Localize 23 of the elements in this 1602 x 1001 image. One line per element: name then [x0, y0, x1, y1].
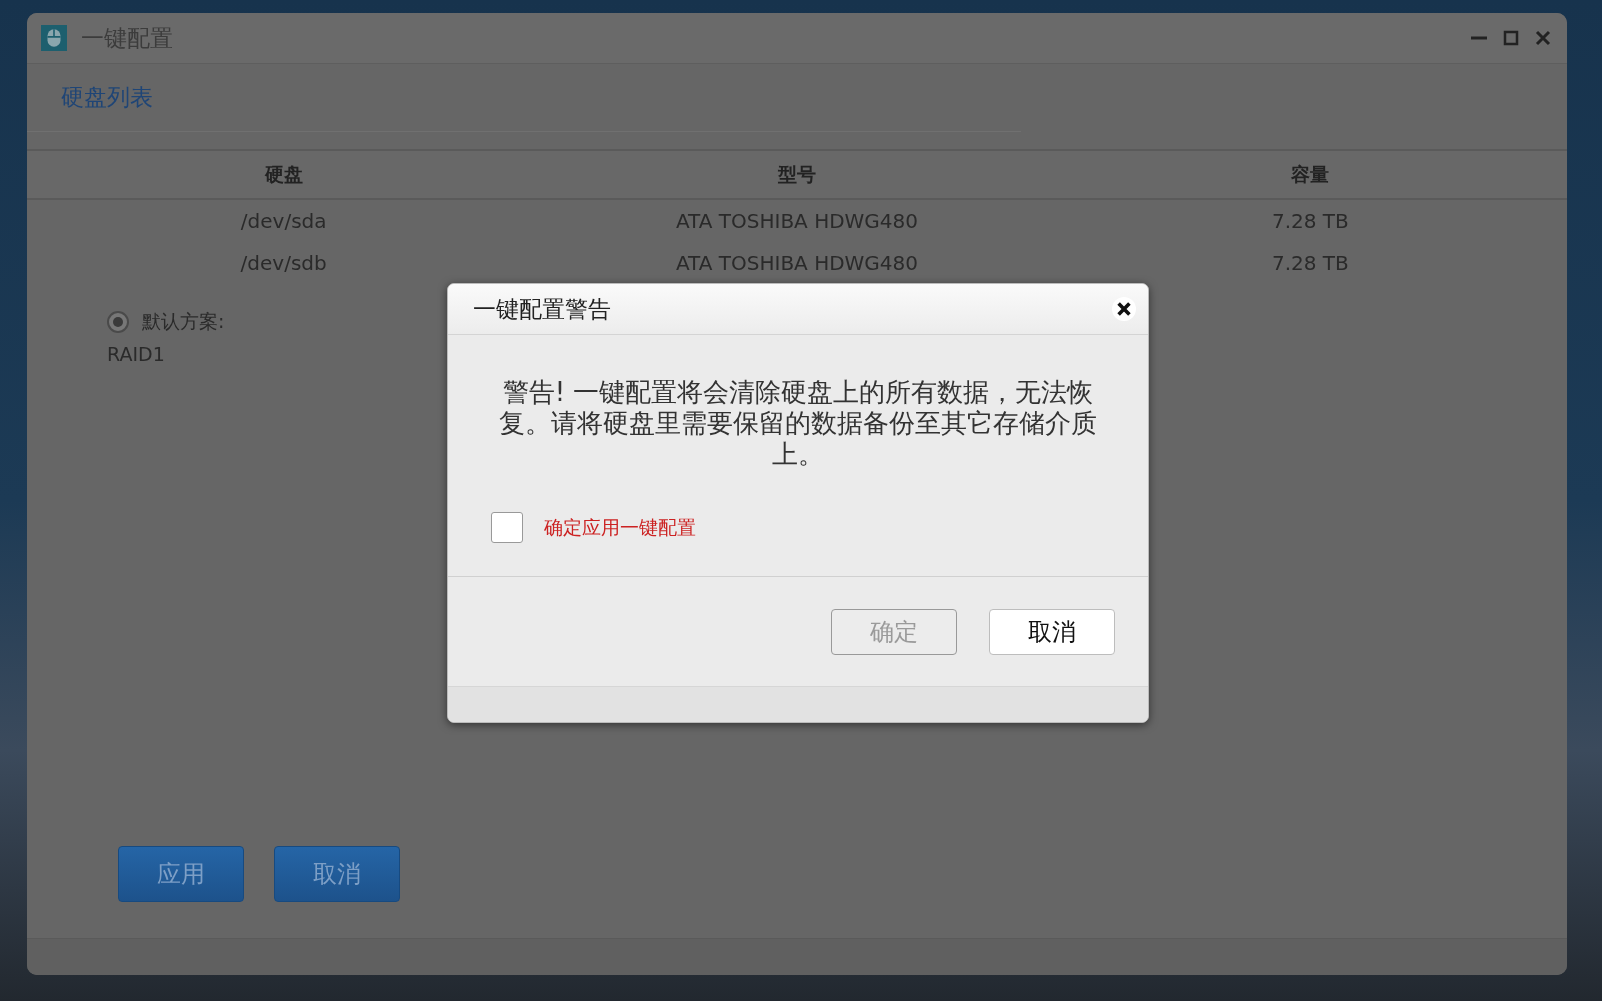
column-header: 硬盘 — [264, 161, 303, 187]
table-cell: ATA TOSHIBA HDWG480 — [675, 251, 919, 275]
close-icon[interactable] — [1112, 297, 1136, 321]
radio-button[interactable] — [107, 311, 129, 333]
table-cell: /dev/sdb — [240, 251, 327, 275]
radio-label: 默认方案: — [142, 309, 225, 334]
column-header: 容量 — [1291, 161, 1330, 187]
column-header: 型号 — [778, 161, 816, 187]
section-title: 硬盘列表 — [61, 83, 153, 112]
action-button[interactable]: 取消 — [274, 846, 400, 902]
maximize-icon[interactable] — [1501, 28, 1521, 48]
table-cell: 7.28 TB — [1271, 209, 1349, 233]
table-cell: ATA TOSHIBA HDWG480 — [675, 209, 919, 233]
dialog-title: 一键配置警告 — [473, 294, 611, 324]
checkbox-label: 确定应用一键配置 — [544, 514, 696, 540]
mouse-icon — [41, 25, 67, 51]
table-cell: 7.28 TB — [1271, 251, 1349, 275]
scheme-value: RAID1 — [107, 343, 166, 365]
table-cell: /dev/sda — [240, 209, 327, 233]
checkbox[interactable] — [491, 512, 523, 543]
action-button[interactable]: 应用 — [118, 846, 244, 902]
warning-message: 警告! 一键配置将会清除硬盘上的所有数据，无法恢复。请将硬盘里需要保留的数据备份至其它存储介质上。 — [498, 377, 1098, 470]
dialog-button[interactable]: 取消 — [989, 608, 1115, 655]
